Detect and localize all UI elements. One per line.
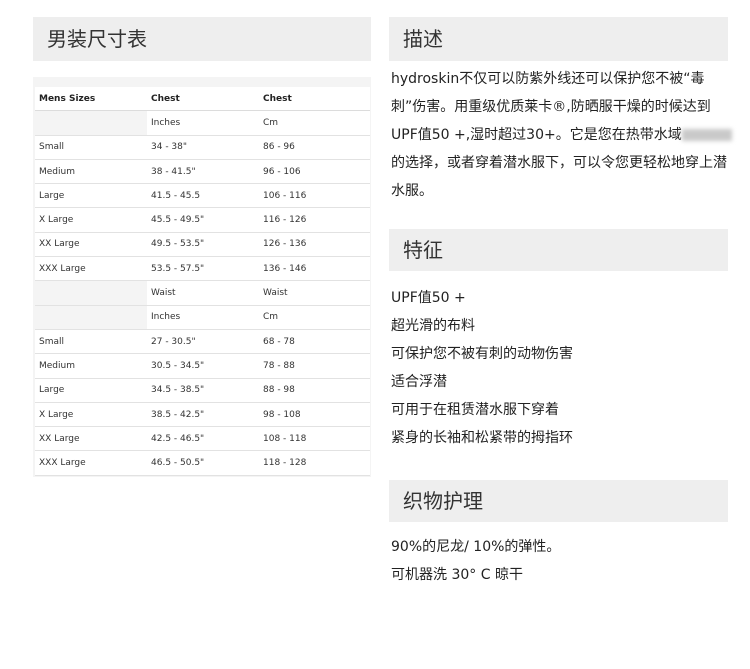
- care-title: 织物护理: [389, 480, 728, 522]
- table-cell: Medium: [35, 353, 147, 379]
- feature-item: 适合浮潜: [391, 374, 447, 390]
- table-row: Medium 30.5 - 34.5" 78 - 88: [35, 353, 370, 379]
- table-cell: Large: [35, 378, 147, 403]
- description-text-after: 的选择，或者穿着潜水服下，可以令您更轻松地穿上潜水服。: [391, 155, 727, 199]
- care-item: 90%的尼龙/ 10%的弹性。: [391, 539, 561, 555]
- column-header: Mens Sizes: [35, 87, 147, 112]
- table-cell: 136 - 146: [259, 256, 370, 282]
- table-cell: X Large: [35, 402, 147, 428]
- care-list: 90%的尼龙/ 10%的弹性。 可机器洗 30° C 晾干: [391, 533, 731, 589]
- table-cell: 108 - 118: [259, 426, 370, 452]
- table-row: XXX Large 53.5 - 57.5" 136 - 146: [35, 256, 370, 282]
- table-row: Inches Cm: [35, 110, 370, 136]
- table-cell: 38 - 41.5": [147, 159, 259, 185]
- table-row: Waist Waist: [35, 280, 370, 306]
- table-cell: Inches: [147, 110, 259, 136]
- description-title: 描述: [389, 17, 728, 61]
- feature-item: 紧身的长袖和松紧带的拇指环: [391, 430, 573, 446]
- table-cell: [35, 110, 147, 136]
- features-title: 特征: [389, 229, 728, 271]
- table-cell: 86 - 96: [259, 135, 370, 160]
- table-cell: [35, 280, 147, 306]
- size-chart-panel: Mens Sizes Chest Chest Inches Cm Small 34 -…: [33, 77, 371, 477]
- feature-item: 可保护您不被有刺的动物伤害: [391, 346, 573, 362]
- feature-item: UPF值50 +: [391, 290, 466, 306]
- table-cell: XXX Large: [35, 256, 147, 282]
- table-cell: 126 - 136: [259, 232, 370, 258]
- table-cell: 88 - 98: [259, 378, 370, 403]
- table-cell: X Large: [35, 207, 147, 233]
- table-cell: 98 - 108: [259, 402, 370, 428]
- features-list: UPF值50 + 超光滑的布料可保护您不被有刺的动物伤害 适合浮潜可用于在租赁潜水服…: [391, 284, 731, 452]
- table-cell: 116 - 126: [259, 207, 370, 233]
- table-cell: 41.5 - 45.5: [147, 183, 259, 209]
- table-cell: 34 - 38": [147, 135, 259, 160]
- table-cell: 30.5 - 34.5": [147, 353, 259, 379]
- table-cell: 46.5 - 50.5": [147, 450, 259, 476]
- care-item: 可机器洗 30° C 晾干: [391, 567, 523, 583]
- table-cell: 38.5 - 42.5": [147, 402, 259, 428]
- table-cell: Small: [35, 135, 147, 160]
- table-row: Large 34.5 - 38.5" 88 - 98: [35, 378, 370, 403]
- table-cell: XXX Large: [35, 450, 147, 476]
- table-cell: Inches: [147, 305, 259, 330]
- table-cell: Waist: [147, 280, 259, 306]
- table-cell: 34.5 - 38.5": [147, 378, 259, 403]
- table-cell: 27 - 30.5": [147, 329, 259, 355]
- feature-item: 可用于在租赁潜水服下穿着: [391, 402, 559, 418]
- column-header: Chest: [147, 87, 259, 112]
- size-table: Mens Sizes Chest Chest Inches Cm Small 34 -…: [35, 87, 370, 476]
- table-row: XX Large 49.5 - 53.5" 126 - 136: [35, 232, 370, 258]
- table-cell: 106 - 116: [259, 183, 370, 209]
- table-cell: 53.5 - 57.5": [147, 256, 259, 282]
- table-cell: 49.5 - 53.5": [147, 232, 259, 258]
- table-row: Small 27 - 30.5" 68 - 78: [35, 329, 370, 355]
- table-header-row: Mens Sizes Chest Chest: [35, 87, 370, 112]
- table-cell: 78 - 88: [259, 353, 370, 379]
- table-cell: Large: [35, 183, 147, 209]
- feature-item: 超光滑的布料: [391, 318, 475, 334]
- table-row: XXX Large 46.5 - 50.5" 118 - 128: [35, 450, 370, 476]
- blurred-text: [681, 129, 732, 141]
- table-row: Medium 38 - 41.5" 96 - 106: [35, 159, 370, 185]
- table-cell: 42.5 - 46.5": [147, 426, 259, 452]
- table-cell: 118 - 128: [259, 450, 370, 476]
- table-cell: 68 - 78: [259, 329, 370, 355]
- table-cell: Small: [35, 329, 147, 355]
- table-row: Large 41.5 - 45.5 106 - 116: [35, 183, 370, 209]
- size-chart-title: 男装尺寸表: [33, 17, 371, 61]
- table-cell: Cm: [259, 305, 370, 330]
- table-cell: XX Large: [35, 426, 147, 452]
- table-cell: Cm: [259, 110, 370, 136]
- description-text-before: hydroskin不仅可以防紫外线还可以保护您不被“毒刺”伤害。用重级优质莱卡®…: [391, 71, 711, 143]
- table-cell: Waist: [259, 280, 370, 306]
- column-header: Chest: [259, 87, 370, 112]
- table-row: Small 34 - 38" 86 - 96: [35, 135, 370, 160]
- table-row: X Large 38.5 - 42.5" 98 - 108: [35, 402, 370, 428]
- table-cell: Medium: [35, 159, 147, 185]
- table-cell: XX Large: [35, 232, 147, 258]
- table-cell: 45.5 - 49.5": [147, 207, 259, 233]
- table-row: XX Large 42.5 - 46.5" 108 - 118: [35, 426, 370, 452]
- table-cell: [35, 305, 147, 330]
- table-cell: 96 - 106: [259, 159, 370, 185]
- description-text: hydroskin不仅可以防紫外线还可以保护您不被“毒刺”伤害。用重级优质莱卡®…: [391, 65, 736, 205]
- table-row: X Large 45.5 - 49.5" 116 - 126: [35, 207, 370, 233]
- table-row: Inches Cm: [35, 305, 370, 330]
